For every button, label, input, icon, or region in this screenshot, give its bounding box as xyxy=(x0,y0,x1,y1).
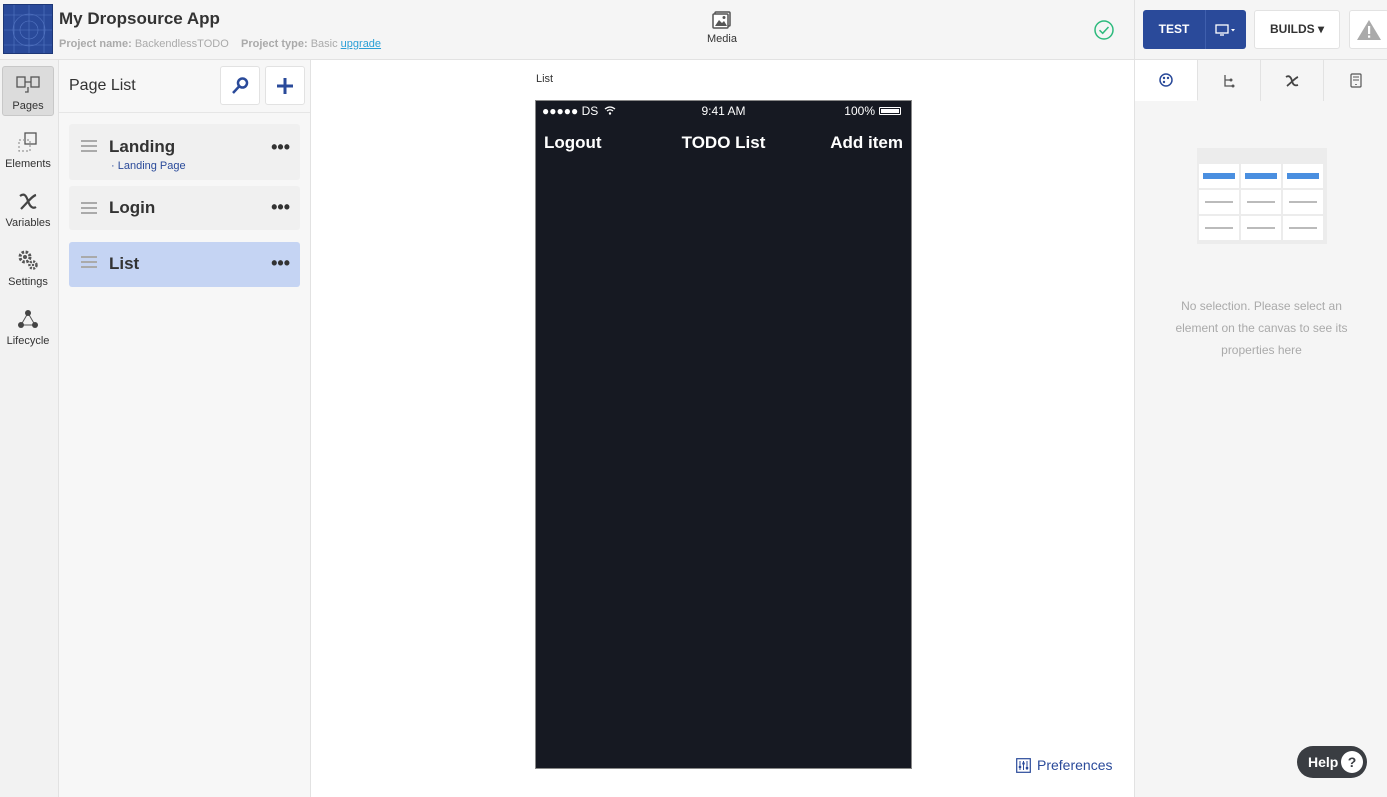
preferences-label: Preferences xyxy=(1037,757,1113,773)
tab-style[interactable] xyxy=(1135,60,1198,101)
key-icon xyxy=(232,76,249,94)
variable-icon xyxy=(1285,74,1299,87)
nav-elements-label: Elements xyxy=(5,158,51,170)
question-icon: ? xyxy=(1341,751,1363,773)
nav-settings[interactable]: Settings xyxy=(2,243,54,293)
test-label: TEST xyxy=(1158,22,1190,36)
blueprint-icon xyxy=(4,5,52,53)
elements-icon xyxy=(18,132,37,152)
add-page-button[interactable] xyxy=(265,66,305,105)
page-name: List xyxy=(109,254,140,273)
phone-nav-bar: Logout TODO List Add item xyxy=(536,131,911,155)
page-list-title: Page List xyxy=(69,77,136,94)
plus-icon xyxy=(277,77,293,94)
project-meta: Project name: BackendlessTODO Project ty… xyxy=(59,38,381,50)
media-button[interactable]: Media xyxy=(700,10,744,45)
drag-handle-icon[interactable] xyxy=(81,256,97,271)
palette-icon xyxy=(1159,73,1173,87)
sliders-icon xyxy=(1016,757,1031,773)
battery-indicator: 100% xyxy=(844,104,901,118)
device-dropdown[interactable] xyxy=(1206,10,1246,49)
page-subtitle: · Landing Page xyxy=(111,160,186,172)
nav-settings-label: Settings xyxy=(8,276,48,288)
top-divider xyxy=(1134,0,1135,60)
tab-device[interactable] xyxy=(1324,60,1387,101)
app-title: My Dropsource App xyxy=(59,9,220,28)
tree-icon xyxy=(1224,74,1235,87)
warning-button[interactable] xyxy=(1349,10,1387,49)
builds-button[interactable]: BUILDS ▾ xyxy=(1254,10,1340,49)
tab-variables[interactable] xyxy=(1261,60,1324,101)
more-options-icon[interactable]: ••• xyxy=(271,253,290,274)
canvas-page-label: List xyxy=(536,73,554,85)
test-button[interactable]: TEST xyxy=(1143,10,1246,49)
page-row-login[interactable]: Login ••• xyxy=(69,186,300,230)
image-icon xyxy=(712,11,731,29)
project-type: Basic xyxy=(310,38,338,50)
project-name: BackendlessTODO xyxy=(134,38,229,50)
canvas: List ●●●●● DS 9:41 AM 100% Logout TODO L… xyxy=(311,60,1134,797)
project-type-label: Project type: xyxy=(241,38,308,50)
nav-lifecycle-label: Lifecycle xyxy=(6,335,50,347)
upgrade-link[interactable]: upgrade xyxy=(341,38,381,50)
table-illustration-icon xyxy=(1197,148,1327,249)
nav-elements[interactable]: Elements xyxy=(2,125,54,175)
warning-icon xyxy=(1357,19,1381,40)
page-name: Login xyxy=(109,198,156,217)
device-icon xyxy=(1349,73,1362,88)
media-label: Media xyxy=(707,33,737,45)
page-name: Landing xyxy=(109,137,176,156)
battery-text: 100% xyxy=(844,104,875,118)
project-name-label: Project name: xyxy=(59,38,132,50)
check-circle-icon xyxy=(1093,19,1115,46)
battery-icon xyxy=(879,107,901,115)
more-options-icon[interactable]: ••• xyxy=(271,197,290,218)
properties-tabs xyxy=(1135,60,1387,101)
add-item-button[interactable]: Add item xyxy=(830,133,903,153)
phone-preview[interactable]: ●●●●● DS 9:41 AM 100% Logout TODO List A… xyxy=(535,100,912,769)
page-list-panel: Page List Landing · Landing Page ••• Log… xyxy=(59,60,311,797)
properties-panel: No selection. Please select an element o… xyxy=(1134,60,1387,797)
preferences-button[interactable]: Preferences xyxy=(1016,757,1112,773)
drag-handle-icon[interactable] xyxy=(81,140,97,155)
no-selection-message: No selection. Please select an element o… xyxy=(1175,299,1348,357)
nav-pages[interactable]: Pages xyxy=(2,66,54,116)
nav-variables-label: Variables xyxy=(5,217,51,229)
variables-icon xyxy=(19,193,37,210)
monitor-icon xyxy=(1215,23,1235,36)
nav-pages-label: Pages xyxy=(12,100,44,112)
help-label: Help xyxy=(1308,754,1339,770)
lifecycle-icon xyxy=(18,310,38,328)
status-bar: ●●●●● DS 9:41 AM 100% xyxy=(536,101,911,121)
app-logo[interactable] xyxy=(3,4,53,54)
page-search-button[interactable] xyxy=(220,66,260,105)
pages-icon xyxy=(16,76,40,93)
page-row-landing[interactable]: Landing · Landing Page ••• xyxy=(69,124,300,180)
help-button[interactable]: Help ? xyxy=(1297,746,1367,778)
drag-handle-icon[interactable] xyxy=(81,202,97,217)
nav-variables[interactable]: Variables xyxy=(2,184,54,234)
left-nav: Pages Elements Variables Settings Lifecy… xyxy=(0,60,59,797)
tab-tree[interactable] xyxy=(1198,60,1261,101)
more-options-icon[interactable]: ••• xyxy=(271,137,290,158)
settings-icon xyxy=(18,250,38,270)
nav-lifecycle[interactable]: Lifecycle xyxy=(2,302,54,352)
page-row-list[interactable]: List ••• xyxy=(69,242,300,287)
page-list-divider xyxy=(59,112,310,113)
top-bar: My Dropsource App Project name: Backendl… xyxy=(0,0,1387,60)
